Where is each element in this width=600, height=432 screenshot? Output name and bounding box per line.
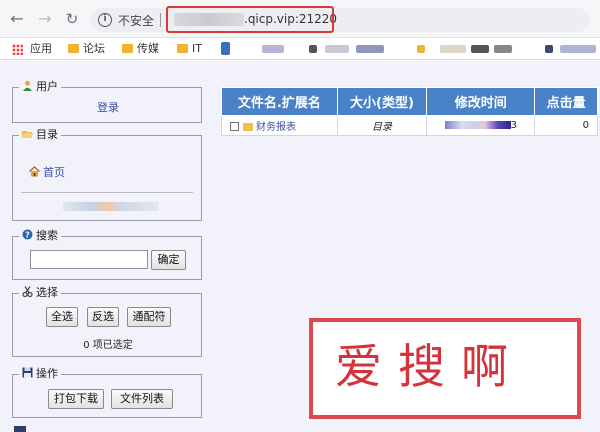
search-legend-label: 搜索 [36, 229, 58, 242]
watermark-text: 爱搜啊 [335, 340, 524, 395]
directory-legend-label: 目录 [36, 128, 58, 141]
file-list-button[interactable]: 文件列表 [111, 389, 173, 409]
invert-selection-button[interactable]: 反选 [87, 307, 119, 327]
apps-grid-icon[interactable] [12, 44, 23, 55]
modified-suffix: 3 [510, 120, 517, 131]
blurred-bookmark[interactable] [471, 45, 489, 53]
modified-cell: 3 [426, 115, 536, 136]
bookmark-label: IT [192, 42, 202, 55]
operations-legend-label: 操作 [36, 367, 58, 380]
save-disk-icon [22, 367, 33, 378]
blurred-bookmark[interactable] [494, 45, 512, 53]
login-link[interactable]: 登录 [97, 101, 119, 114]
selection-status: 0 项已选定 [83, 340, 133, 351]
folder-icon [68, 44, 79, 53]
column-header-size[interactable]: 大小(类型) [336, 87, 428, 116]
column-header-modified[interactable]: 修改时间 [426, 87, 536, 116]
wildcard-button[interactable]: 通配符 [127, 307, 171, 327]
blurred-bookmark[interactable] [325, 45, 349, 53]
directory-panel: 目录 首页 [12, 128, 202, 221]
user-icon [22, 80, 33, 91]
url-highlight-box [166, 6, 334, 33]
select-all-button[interactable]: 全选 [46, 307, 78, 327]
search-help-icon: ? [22, 229, 33, 240]
directory-divider [21, 192, 193, 193]
watermark-stamp: 爱搜啊 [309, 318, 581, 419]
select-panel: 选择 全选 反选 通配符 0 项已选定 [12, 286, 202, 357]
home-link-row[interactable]: 首页 [29, 164, 65, 180]
folder-link[interactable]: 财务报表 [256, 122, 296, 133]
search-input[interactable] [30, 250, 148, 269]
home-link[interactable]: 首页 [43, 166, 65, 179]
row-checkbox[interactable] [230, 122, 239, 131]
type-cell: 目录 [336, 115, 428, 136]
blurred-bookmark[interactable] [545, 45, 553, 53]
folder-icon [243, 123, 253, 131]
bookmark-folder-forum[interactable]: 论坛 [68, 42, 105, 56]
user-legend: 用户 [19, 80, 61, 94]
user-panel: 用户 登录 [12, 80, 202, 123]
address-separator [160, 13, 161, 27]
bookmark-folder-media[interactable]: 传媒 [122, 42, 159, 56]
blurred-bookmark[interactable] [440, 45, 466, 53]
bookmark-label: 传媒 [137, 42, 159, 55]
address-bar[interactable] [90, 8, 590, 32]
back-arrow-icon[interactable]: ← [8, 10, 26, 28]
table-header-row: 文件名.扩展名 大小(类型) 修改时间 点击量 [221, 87, 598, 116]
pack-download-button[interactable]: 打包下载 [48, 389, 104, 409]
blurred-bookmark[interactable] [356, 45, 384, 53]
security-label: 不安全 [118, 14, 155, 28]
name-cell: 财务报表 [221, 115, 338, 136]
svg-text:?: ? [25, 231, 30, 240]
select-legend-label: 选择 [36, 286, 58, 299]
bookmark-folder-it[interactable]: IT [177, 42, 202, 56]
column-header-name[interactable]: 文件名.扩展名 [221, 87, 338, 116]
file-table: 文件名.扩展名 大小(类型) 修改时间 点击量 财务报表 目录 3 0 [221, 87, 598, 136]
blurred-timestamp [444, 121, 511, 129]
bookmark-label: 论坛 [83, 42, 105, 55]
scissors-icon [22, 286, 33, 298]
operations-legend: 操作 [19, 367, 61, 381]
reload-icon[interactable]: ↻ [63, 10, 81, 28]
home-icon [29, 166, 40, 177]
search-panel: ? 搜索 确定 [12, 229, 202, 280]
forward-arrow-icon[interactable]: → [36, 10, 54, 28]
clicks-cell: 0 [534, 115, 598, 136]
column-header-clicks[interactable]: 点击量 [534, 87, 598, 116]
table-row[interactable]: 财务报表 目录 3 0 [221, 115, 598, 136]
blurred-bookmark-icon[interactable] [221, 42, 230, 55]
select-legend: 选择 [19, 286, 61, 300]
folder-open-icon [22, 128, 33, 139]
blurred-bookmark[interactable] [560, 45, 596, 53]
blurred-path-text [63, 202, 159, 211]
blurred-bookmark[interactable] [262, 45, 284, 53]
bookmark-apps[interactable]: 应用 [30, 42, 52, 56]
user-legend-label: 用户 [36, 80, 58, 93]
confirm-button[interactable]: 确定 [151, 250, 186, 270]
folder-icon [177, 44, 188, 53]
blurred-bookmark[interactable] [309, 45, 317, 53]
next-panel-icon [14, 426, 26, 432]
info-icon[interactable]: i [98, 13, 112, 27]
blurred-bookmark[interactable] [417, 45, 425, 53]
folder-icon [122, 44, 133, 53]
directory-legend: 目录 [19, 128, 61, 142]
operations-panel: 操作 打包下载 文件列表 [12, 367, 202, 418]
search-legend: ? 搜索 [19, 229, 61, 243]
